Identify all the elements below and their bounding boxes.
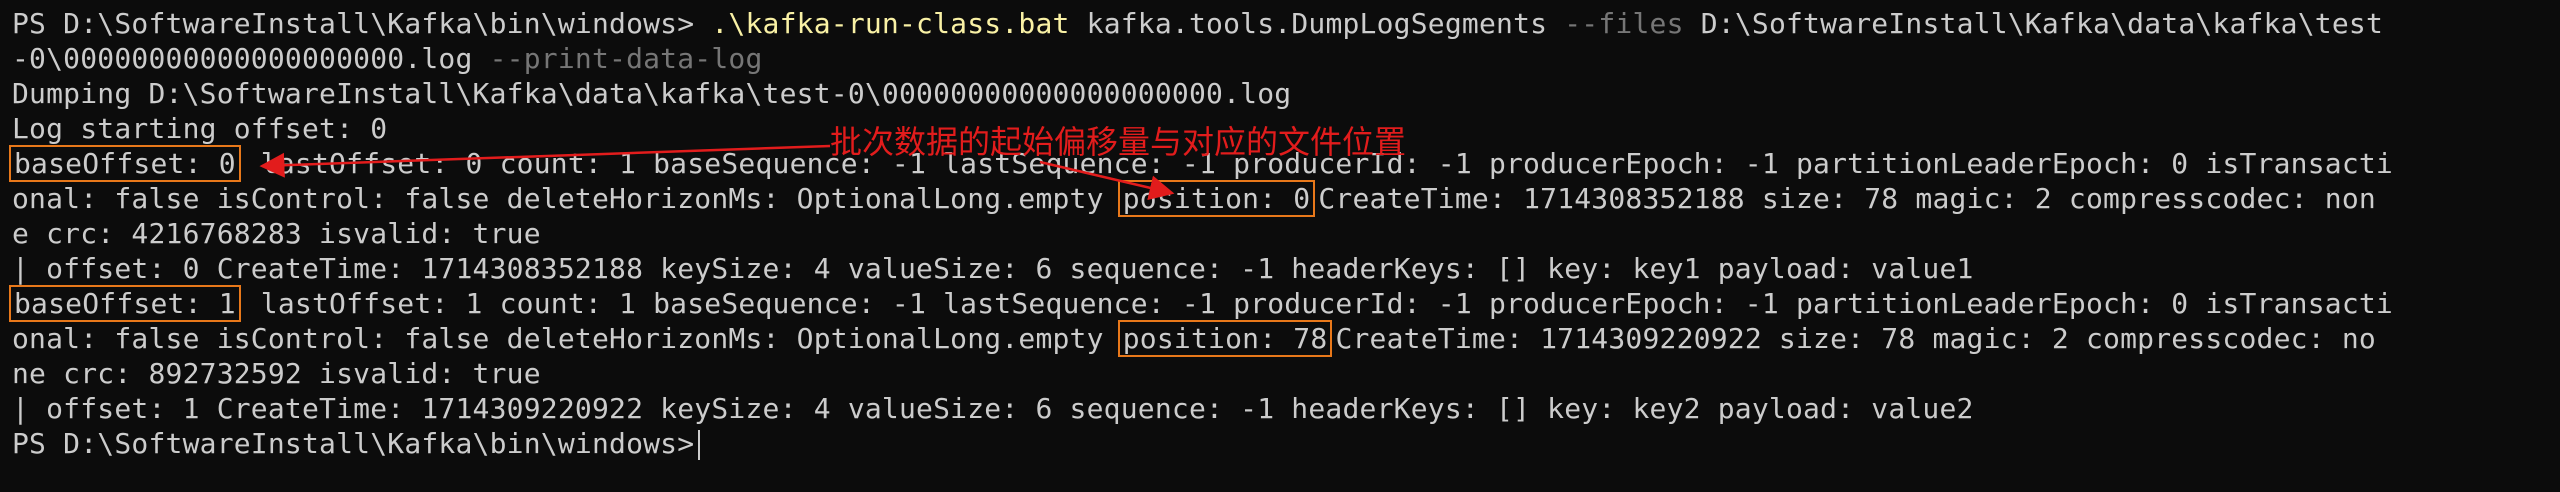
- command-line: PS D:\SoftwareInstall\Kafka\bin\windows>…: [12, 6, 2383, 41]
- prompt: PS D:\SoftwareInstall\Kafka\bin\windows>: [12, 7, 712, 40]
- prompt-line[interactable]: PS D:\SoftwareInstall\Kafka\bin\windows>: [12, 426, 701, 461]
- prompt: PS D:\SoftwareInstall\Kafka\bin\windows>: [12, 427, 695, 460]
- batch1-record: | offset: 0 CreateTime: 1714308352188 ke…: [12, 252, 1974, 285]
- batch2-record: | offset: 1 CreateTime: 1714309220922 ke…: [12, 392, 1974, 425]
- files-flag: --files: [1564, 7, 1684, 40]
- files-path-part2: -0\00000000000000000000.log: [12, 42, 490, 75]
- text-cursor: [698, 430, 701, 460]
- command-executable: .\kafka-run-class.bat: [711, 7, 1070, 40]
- batch2-line1-rest: lastOffset: 1 count: 1 baseSequence: -1 …: [243, 287, 2393, 320]
- log-start-line: Log starting offset: 0: [12, 112, 388, 145]
- annotation-label: 批次数据的起始偏移量与对应的文件位置: [830, 123, 1407, 161]
- batch1-line2: onal: false isControl: false deleteHoriz…: [12, 180, 2376, 217]
- batch2-position-highlight: position: 78: [1117, 320, 1333, 357]
- batch2-line1: baseOffset: 1 lastOffset: 1 count: 1 bas…: [9, 285, 2393, 322]
- command-line-wrap: -0\00000000000000000000.log --print-data…: [12, 41, 763, 76]
- batch2-base-offset-highlight: baseOffset: 1: [9, 285, 241, 322]
- batch1-line3: e crc: 4216768283 isvalid: true: [12, 217, 541, 250]
- batch1-line2-post: CreateTime: 1714308352188 size: 78 magic…: [1318, 182, 2376, 215]
- batch1-position-highlight: position: 0: [1117, 180, 1316, 217]
- batch2-line3: ne crc: 892732592 isvalid: true: [12, 357, 541, 390]
- terminal-window[interactable]: PS D:\SoftwareInstall\Kafka\bin\windows>…: [0, 0, 2560, 492]
- batch2-line2: onal: false isControl: false deleteHoriz…: [12, 320, 2376, 357]
- batch1-base-offset-highlight: baseOffset: 0: [9, 145, 241, 182]
- files-path-part1: D:\SoftwareInstall\Kafka\data\kafka\test: [1683, 7, 2384, 40]
- dumping-line: Dumping D:\SoftwareInstall\Kafka\data\ka…: [12, 77, 1292, 110]
- batch1-line2-pre: onal: false isControl: false deleteHoriz…: [12, 182, 1121, 215]
- command-class-arg: kafka.tools.DumpLogSegments: [1069, 7, 1565, 40]
- print-data-log-flag: --print-data-log: [489, 42, 763, 75]
- batch2-line2-pre: onal: false isControl: false deleteHoriz…: [12, 322, 1121, 355]
- batch2-line2-post: CreateTime: 1714309220922 size: 78 magic…: [1335, 322, 2376, 355]
